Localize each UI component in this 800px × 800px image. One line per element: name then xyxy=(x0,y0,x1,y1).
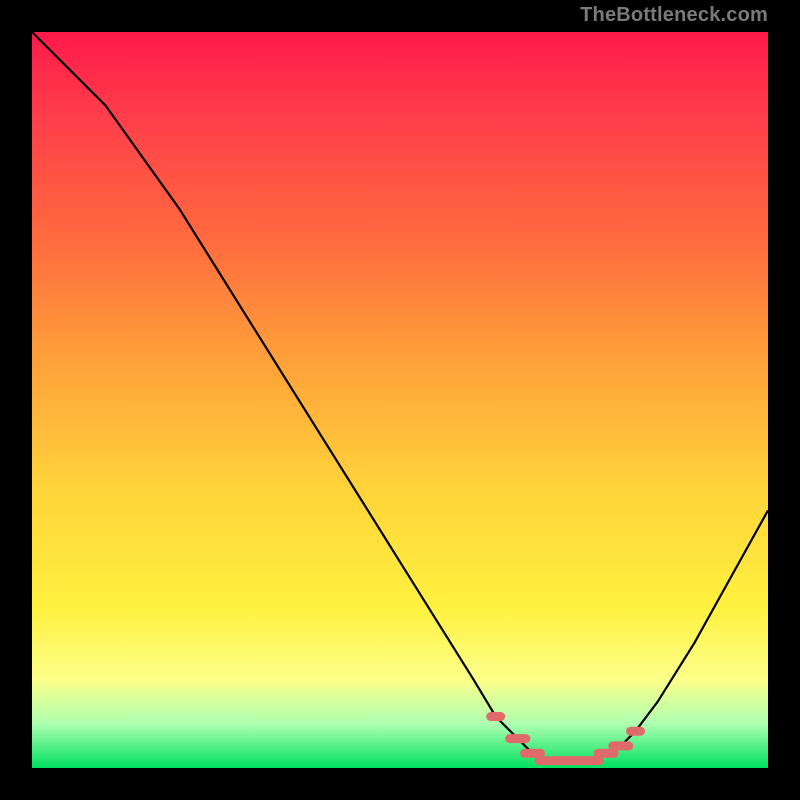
optimal-zone-markers xyxy=(491,717,641,761)
chart-svg xyxy=(32,32,768,768)
plot-area xyxy=(32,32,768,768)
bottleneck-curve xyxy=(32,32,768,761)
watermark-text: TheBottleneck.com xyxy=(580,4,768,27)
chart-frame: TheBottleneck.com xyxy=(0,0,800,800)
